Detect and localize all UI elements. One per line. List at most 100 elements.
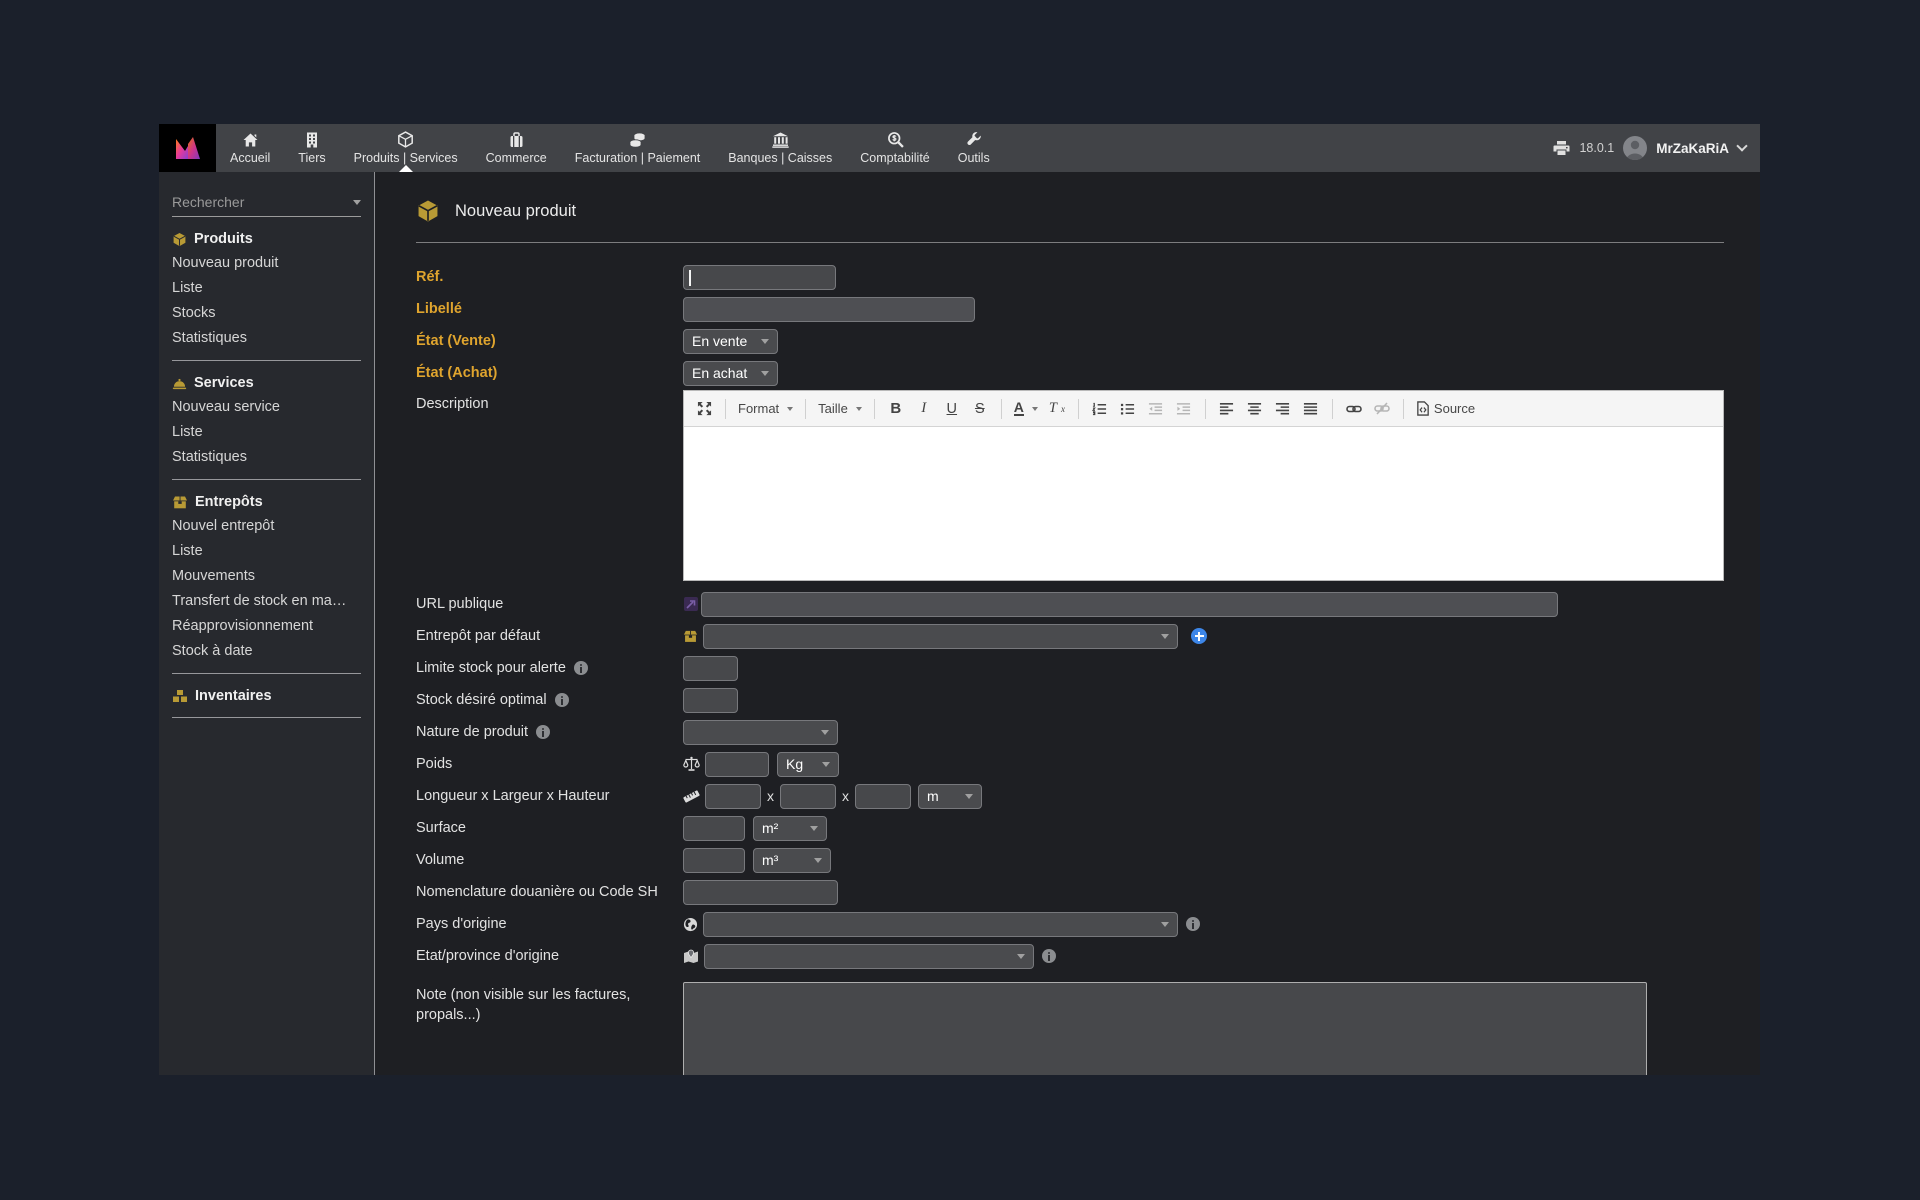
form-row-surface: Surface m² xyxy=(416,812,1724,844)
cubes-icon xyxy=(173,690,187,702)
longueur-input[interactable] xyxy=(705,783,761,809)
poids-input[interactable] xyxy=(705,751,769,777)
sidebar-divider xyxy=(172,717,361,718)
volume-input[interactable] xyxy=(683,847,745,873)
strikethrough-button[interactable]: S xyxy=(968,397,992,421)
maximize-icon[interactable] xyxy=(692,397,716,421)
sidebar-item-nouveau-service[interactable]: Nouveau service xyxy=(159,395,374,420)
bold-button[interactable]: B xyxy=(884,397,908,421)
etat-vente-select[interactable]: En vente xyxy=(683,328,778,354)
add-warehouse-button[interactable] xyxy=(1191,628,1207,644)
sidebar-item-mouvements[interactable]: Mouvements xyxy=(159,564,374,589)
menu-facturation-paiement[interactable]: Facturation | Paiement xyxy=(561,124,715,172)
poids-unit: Kg xyxy=(786,756,804,772)
volume-unit: m³ xyxy=(762,852,779,868)
libelle-label: Libellé xyxy=(416,301,462,317)
form-row-ref: Réf. xyxy=(416,261,1724,293)
note-textarea[interactable] xyxy=(683,982,1647,1075)
pays-select[interactable] xyxy=(703,911,1178,937)
italic-button[interactable]: I xyxy=(912,397,936,421)
info-icon[interactable] xyxy=(1042,949,1056,963)
sidebar-item-nouveau-produit[interactable]: Nouveau produit xyxy=(159,251,374,276)
align-right-icon[interactable] xyxy=(1271,397,1295,421)
info-icon[interactable] xyxy=(573,661,588,675)
sidebar-item-statistiques-produits[interactable]: Statistiques xyxy=(159,326,374,351)
entrepot-select[interactable] xyxy=(703,623,1178,649)
search-dropdown-caret-icon[interactable] xyxy=(353,199,361,205)
text-color-button[interactable]: A xyxy=(1011,397,1041,421)
map-marker-icon xyxy=(683,949,699,964)
stock-desire-input[interactable] xyxy=(683,687,738,713)
align-left-icon[interactable] xyxy=(1215,397,1239,421)
select-caret-icon xyxy=(821,729,829,735)
underline-button[interactable]: U xyxy=(940,397,964,421)
sidebar-item-transfert-stock[interactable]: Transfert de stock en ma… xyxy=(159,589,374,614)
info-icon[interactable] xyxy=(536,725,551,739)
sidebar-item-stocks[interactable]: Stocks xyxy=(159,301,374,326)
search-input[interactable] xyxy=(172,194,353,210)
surface-unit-select[interactable]: m² xyxy=(753,815,827,841)
align-center-icon[interactable] xyxy=(1243,397,1267,421)
outdent-icon[interactable] xyxy=(1144,397,1168,421)
link-icon[interactable] xyxy=(1342,397,1366,421)
ruler-icon xyxy=(683,789,700,804)
menu-produits-services[interactable]: Produits | Services xyxy=(340,124,472,172)
url-publique-input[interactable] xyxy=(701,591,1558,617)
sidebar-item-liste-entrepots[interactable]: Liste xyxy=(159,539,374,564)
largeur-input[interactable] xyxy=(780,783,836,809)
form-row-nomenclature: Nomenclature douanière ou Code SH xyxy=(416,876,1724,908)
sidebar-item-reapprovisionnement[interactable]: Réapprovisionnement xyxy=(159,614,374,639)
user-avatar[interactable] xyxy=(1623,136,1648,160)
volume-label: Volume xyxy=(416,852,465,868)
format-dropdown[interactable]: Format xyxy=(735,397,796,421)
menu-outils[interactable]: Outils xyxy=(944,124,1004,172)
info-icon[interactable] xyxy=(554,693,569,707)
sidebar-item-statistiques-services[interactable]: Statistiques xyxy=(159,445,374,470)
source-button[interactable]: Source xyxy=(1413,397,1478,421)
hauteur-input[interactable] xyxy=(855,783,911,809)
menu-tiers[interactable]: Tiers xyxy=(284,124,339,172)
form-row-stock-desire: Stock désiré optimal xyxy=(416,684,1724,716)
menu-accueil[interactable]: Accueil xyxy=(216,124,284,172)
chevron-down-icon[interactable] xyxy=(1736,140,1748,152)
etat-province-select[interactable] xyxy=(704,943,1034,969)
indent-icon[interactable] xyxy=(1172,397,1196,421)
sidebar-section-services: Services xyxy=(159,361,374,395)
title-divider xyxy=(416,242,1724,243)
sidebar-item-stock-a-date[interactable]: Stock à date xyxy=(159,639,374,664)
info-icon[interactable] xyxy=(1186,917,1200,931)
dimensions-unit-select[interactable]: m xyxy=(918,783,982,809)
menu-comptabilite[interactable]: Comptabilité xyxy=(846,124,943,172)
poids-unit-select[interactable]: Kg xyxy=(777,751,839,777)
size-dropdown[interactable]: Taille xyxy=(815,397,865,421)
libelle-input[interactable] xyxy=(683,296,975,322)
unlink-icon[interactable] xyxy=(1370,397,1394,421)
remove-format-button[interactable]: Tx xyxy=(1045,397,1069,421)
sidebar-item-liste-services[interactable]: Liste xyxy=(159,420,374,445)
username-label[interactable]: MrZaKaRiA xyxy=(1656,141,1729,156)
app-logo[interactable] xyxy=(159,124,216,172)
sidebar-section-inventaires[interactable]: Inventaires xyxy=(159,674,374,708)
left-sidebar: Produits Nouveau produit Liste Stocks St… xyxy=(159,172,375,1075)
surface-input[interactable] xyxy=(683,815,745,841)
description-editor-body[interactable] xyxy=(684,427,1723,580)
print-icon[interactable] xyxy=(1553,140,1570,156)
limite-stock-input[interactable] xyxy=(683,655,738,681)
ref-input[interactable] xyxy=(683,264,836,290)
bullet-list-icon[interactable] xyxy=(1116,397,1140,421)
cube-icon xyxy=(173,232,186,246)
etat-achat-select[interactable]: En achat xyxy=(683,360,778,386)
page-title: Nouveau produit xyxy=(416,199,1724,223)
menu-label: Produits | Services xyxy=(353,151,458,165)
menu-banques-caisses[interactable]: Banques | Caisses xyxy=(714,124,846,172)
volume-unit-select[interactable]: m³ xyxy=(753,847,831,873)
ordered-list-icon[interactable] xyxy=(1088,397,1112,421)
sidebar-item-liste-produits[interactable]: Liste xyxy=(159,276,374,301)
nature-select[interactable] xyxy=(683,719,838,745)
sidebar-item-nouvel-entrepot[interactable]: Nouvel entrepôt xyxy=(159,514,374,539)
etat-achat-value: En achat xyxy=(692,365,748,381)
nomenclature-input[interactable] xyxy=(683,879,838,905)
align-justify-icon[interactable] xyxy=(1299,397,1323,421)
menu-commerce[interactable]: Commerce xyxy=(472,124,561,172)
poids-label: Poids xyxy=(416,756,453,772)
